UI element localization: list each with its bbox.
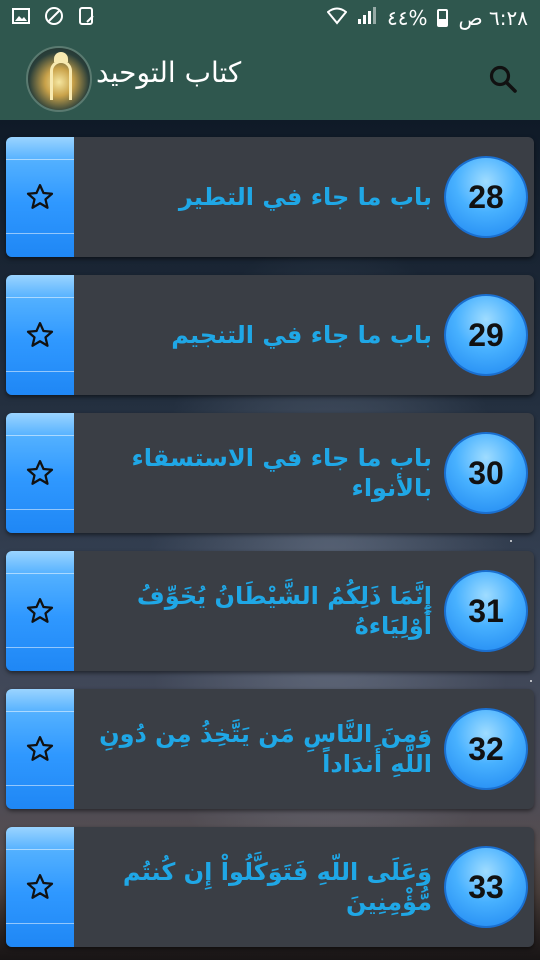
status-bar-left-icons xyxy=(12,6,96,30)
chapter-title: باب ما جاء في التنجيم xyxy=(86,275,438,395)
search-icon xyxy=(489,65,517,93)
star-outline-icon xyxy=(26,598,54,623)
wifi-icon xyxy=(326,7,348,29)
chapter-card[interactable]: باب ما جاء في التطير 28 xyxy=(6,137,534,257)
favorite-button[interactable] xyxy=(6,137,74,257)
favorite-button[interactable] xyxy=(6,275,74,395)
status-bar-right-info: ٦:٢٨ ص %٤٤ xyxy=(326,6,528,30)
chapter-number-badge: 33 xyxy=(444,846,528,928)
chapter-card[interactable]: وَعَلَى اللّهِ فَتَوَكَّلُواْ إِن كُنتُم… xyxy=(6,827,534,947)
chapter-card[interactable]: وَمِنَ النَّاسِ مَن يَتَّخِذُ مِن دُونِ … xyxy=(6,689,534,809)
status-bar: ٦:٢٨ ص %٤٤ xyxy=(0,0,540,36)
status-time: ٦:٢٨ ص xyxy=(458,6,528,30)
mosque-logo xyxy=(26,46,92,112)
chapter-card[interactable]: باب ما جاء في الاستسقاء بالأنواء 30 xyxy=(6,413,534,533)
app-bar: كتاب التوحيد xyxy=(0,36,540,120)
chapter-title-text: باب ما جاء في التطير xyxy=(178,183,432,211)
chapter-number-badge: 28 xyxy=(444,156,528,238)
chapter-card[interactable]: إِنَّمَا ذَلِكُمُ الشَّيْطَانُ يُخَوِّفُ… xyxy=(6,551,534,671)
chapter-number-badge: 29 xyxy=(444,294,528,376)
battery-percent: %٤٤ xyxy=(386,6,428,30)
favorite-button[interactable] xyxy=(6,827,74,947)
star-outline-icon xyxy=(26,736,54,761)
chapter-number-badge: 32 xyxy=(444,708,528,790)
chapter-title: باب ما جاء في الاستسقاء بالأنواء xyxy=(86,413,438,533)
image-icon xyxy=(12,8,30,28)
vpn-shield-icon xyxy=(44,6,64,30)
search-button[interactable] xyxy=(486,62,520,96)
chapter-title: وَعَلَى اللّهِ فَتَوَكَّلُواْ إِن كُنتُم… xyxy=(86,827,438,947)
favorite-button[interactable] xyxy=(6,413,74,533)
notification-icon xyxy=(78,6,96,30)
star-outline-icon xyxy=(26,322,54,347)
logo-arch xyxy=(50,60,72,100)
app-title: كتاب التوحيد xyxy=(96,56,242,89)
chapter-number-badge: 30 xyxy=(444,432,528,514)
chapter-title-text: باب ما جاء في الاستسقاء بالأنواء xyxy=(131,444,432,502)
chapter-title-text: وَمِنَ النَّاسِ مَن يَتَّخِذُ مِن دُونِ … xyxy=(99,720,432,778)
signal-icon xyxy=(357,7,377,29)
chapter-title: باب ما جاء في التطير xyxy=(86,137,438,257)
favorite-button[interactable] xyxy=(6,689,74,809)
star-outline-icon xyxy=(26,874,54,899)
chapter-title-text: باب ما جاء في التنجيم xyxy=(171,321,432,349)
star-outline-icon xyxy=(26,184,54,209)
chapter-title: وَمِنَ النَّاسِ مَن يَتَّخِذُ مِن دُونِ … xyxy=(86,689,438,809)
chapter-title-text: إِنَّمَا ذَلِكُمُ الشَّيْطَانُ يُخَوِّفُ… xyxy=(136,582,432,640)
chapter-card[interactable]: باب ما جاء في التنجيم 29 xyxy=(6,275,534,395)
chapter-title: إِنَّمَا ذَلِكُمُ الشَّيْطَانُ يُخَوِّفُ… xyxy=(86,551,438,671)
chapter-number-badge: 31 xyxy=(444,570,528,652)
chapter-title-text: وَعَلَى اللّهِ فَتَوَكَّلُواْ إِن كُنتُم… xyxy=(122,858,432,916)
favorite-button[interactable] xyxy=(6,551,74,671)
battery-icon xyxy=(437,9,449,27)
star-outline-icon xyxy=(26,460,54,485)
